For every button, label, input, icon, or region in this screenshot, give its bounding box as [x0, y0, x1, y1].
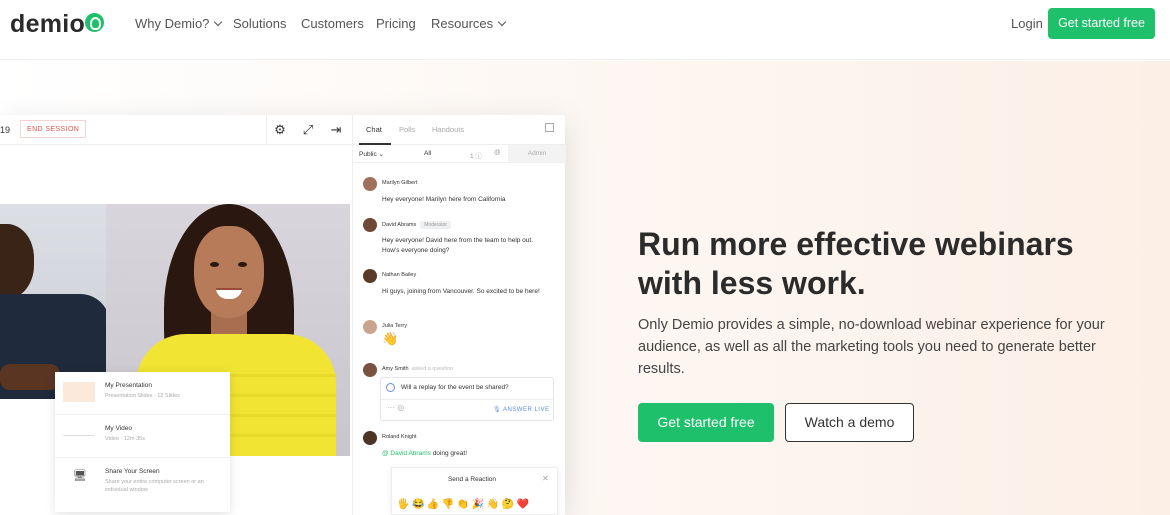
reaction-emojis[interactable]: 🖐😂👍👎👏🎉👋🤔❤️	[397, 499, 532, 510]
video-feed-presenter-1	[0, 204, 106, 399]
content-item-screen-share[interactable]: 🖥 Share Your Screen Share your entire co…	[55, 458, 230, 512]
question-count[interactable]: 1 ⓘ	[470, 150, 482, 160]
hero-subcopy: Only Demio provides a simple, no-downloa…	[638, 317, 1105, 377]
mention-icon[interactable]: @	[494, 149, 501, 156]
video-stage: My Presentation Presentation Slides · 12…	[0, 146, 352, 515]
tab-handouts[interactable]: Handouts	[432, 125, 464, 134]
session-timer: 19	[0, 125, 11, 135]
top-nav: demio Why Demio? Solutions Customers Pri…	[0, 0, 1170, 60]
filter-all[interactable]: All	[424, 150, 431, 157]
avatar	[363, 363, 377, 377]
mention: @ David Abrams	[382, 450, 431, 457]
answer-live-label: ANSWER LIVE	[502, 407, 550, 413]
filter-admin[interactable]: Admin	[508, 145, 566, 162]
content-item-subtitle: Video · 12m 35s	[105, 436, 145, 442]
message-author: Julia Terry	[382, 323, 407, 329]
avatar	[363, 218, 377, 232]
moderator-badge: Moderator	[420, 221, 452, 229]
asked-label: asked a question	[411, 366, 454, 372]
avatar	[363, 431, 377, 445]
content-item-presentation[interactable]: My Presentation Presentation Slides · 12…	[55, 372, 230, 415]
content-list-panel: My Presentation Presentation Slides · 12…	[55, 372, 230, 512]
content-item-subtitle: Presentation Slides · 12 Slides	[105, 393, 180, 399]
public-label: Public	[359, 151, 377, 158]
slide-thumbnail	[63, 382, 95, 402]
session-toolbar: 19 END SESSION ⚙ ⤢ ⇥	[0, 115, 352, 145]
message-author: Amy Smith asked a question	[382, 366, 453, 372]
chevron-down-icon	[214, 17, 223, 27]
presenter-head	[0, 224, 34, 299]
exit-icon[interactable]: ⇥	[327, 121, 345, 139]
question-card: Will a replay for the event be shared? ·…	[380, 377, 554, 421]
content-item-video[interactable]: My Video Video · 12m 35s	[55, 415, 230, 458]
presenter-face	[194, 226, 264, 318]
watch-demo-button[interactable]: Watch a demo	[785, 403, 914, 442]
content-item-title: My Video	[105, 425, 132, 432]
logo[interactable]: demio	[10, 10, 85, 39]
nav-resources[interactable]: Resources	[431, 16, 507, 31]
wave-emoji: 👋	[382, 331, 399, 346]
eye	[210, 262, 219, 267]
video-thumbnail	[63, 425, 95, 436]
content-item-title: Share Your Screen	[105, 468, 160, 475]
get-started-nav-button[interactable]: Get started free	[1048, 8, 1155, 39]
nav-solutions[interactable]: Solutions	[233, 16, 286, 31]
message-author: Marilyn Gilbert	[382, 180, 418, 186]
answer-live-button[interactable]: 🎙 ANSWER LIVE	[493, 406, 549, 413]
tab-chat[interactable]: Chat	[366, 125, 382, 134]
expand-icon[interactable]: ⤢	[299, 121, 317, 139]
message-author-name: Amy Smith	[382, 366, 409, 372]
eye	[238, 262, 247, 267]
divider	[266, 115, 267, 145]
gear-icon[interactable]: ⚙	[271, 121, 289, 139]
reaction-title: Send a Reaction	[447, 476, 497, 483]
message-text: Hi guys, joining from Vancouver. So exci…	[382, 288, 540, 295]
chat-tabs: Chat Polls Handouts	[353, 115, 566, 145]
message-author-name: David Abrams	[382, 222, 417, 228]
question-count-value: 1	[470, 153, 474, 160]
message-author: Nathan Bailey	[382, 272, 417, 278]
hero-headline: Run more effective webinars with less wo…	[638, 226, 1074, 301]
message-body: doing great!	[432, 450, 468, 457]
smile	[216, 288, 242, 299]
login-link[interactable]: Login	[1011, 16, 1043, 31]
avatar	[363, 320, 377, 334]
nav-why-demio[interactable]: Why Demio?	[135, 16, 223, 31]
logo-mark-icon[interactable]	[85, 13, 104, 32]
question-icon	[386, 383, 395, 392]
message-author: Roland Knight	[382, 434, 417, 440]
message-text: Hey everyone! Marilyn here from Californ…	[382, 196, 506, 203]
reaction-picker: Send a Reaction ✕ 🖐😂👍👎👏🎉👋🤔❤️	[391, 467, 558, 515]
divider	[381, 399, 553, 400]
presenter-arm	[0, 364, 60, 390]
message-text: @ David Abrams doing great!	[382, 449, 552, 459]
nav-label: Resources	[431, 16, 494, 31]
end-session-button[interactable]: END SESSION	[20, 120, 87, 138]
content-item-title: My Presentation	[105, 382, 152, 389]
content-item-subtitle: Share your entire computer screen or an …	[105, 479, 204, 493]
avatar	[363, 177, 377, 191]
chat-panel: Chat Polls Handouts Public ⌄ All 1 ⓘ @ A…	[352, 115, 566, 515]
message-text: Hey everyone! David here from the team t…	[382, 237, 534, 254]
nav-customers[interactable]: Customers	[301, 16, 364, 31]
get-started-button[interactable]: Get started free	[638, 403, 774, 442]
question-text: Will a replay for the event be shared?	[401, 384, 509, 391]
public-dropdown[interactable]: Public ⌄	[359, 150, 384, 158]
chevron-down-icon	[497, 17, 507, 27]
monitor-icon: 🖥	[73, 470, 87, 482]
nav-pricing[interactable]: Pricing	[376, 16, 416, 31]
tab-polls[interactable]: Polls	[399, 125, 415, 134]
more-options-icon[interactable]: ··· ◎	[387, 403, 404, 412]
popout-icon[interactable]	[545, 123, 554, 132]
app-mockup: 19 END SESSION ⚙ ⤢ ⇥ My Presentation Pre…	[0, 115, 566, 515]
chat-filter-row: Public ⌄ All 1 ⓘ @ Admin	[353, 145, 566, 163]
avatar	[363, 269, 377, 283]
message-author: David Abrams Moderator	[382, 221, 452, 229]
close-icon[interactable]: ✕	[542, 474, 549, 483]
nav-label: Why Demio?	[135, 16, 210, 31]
